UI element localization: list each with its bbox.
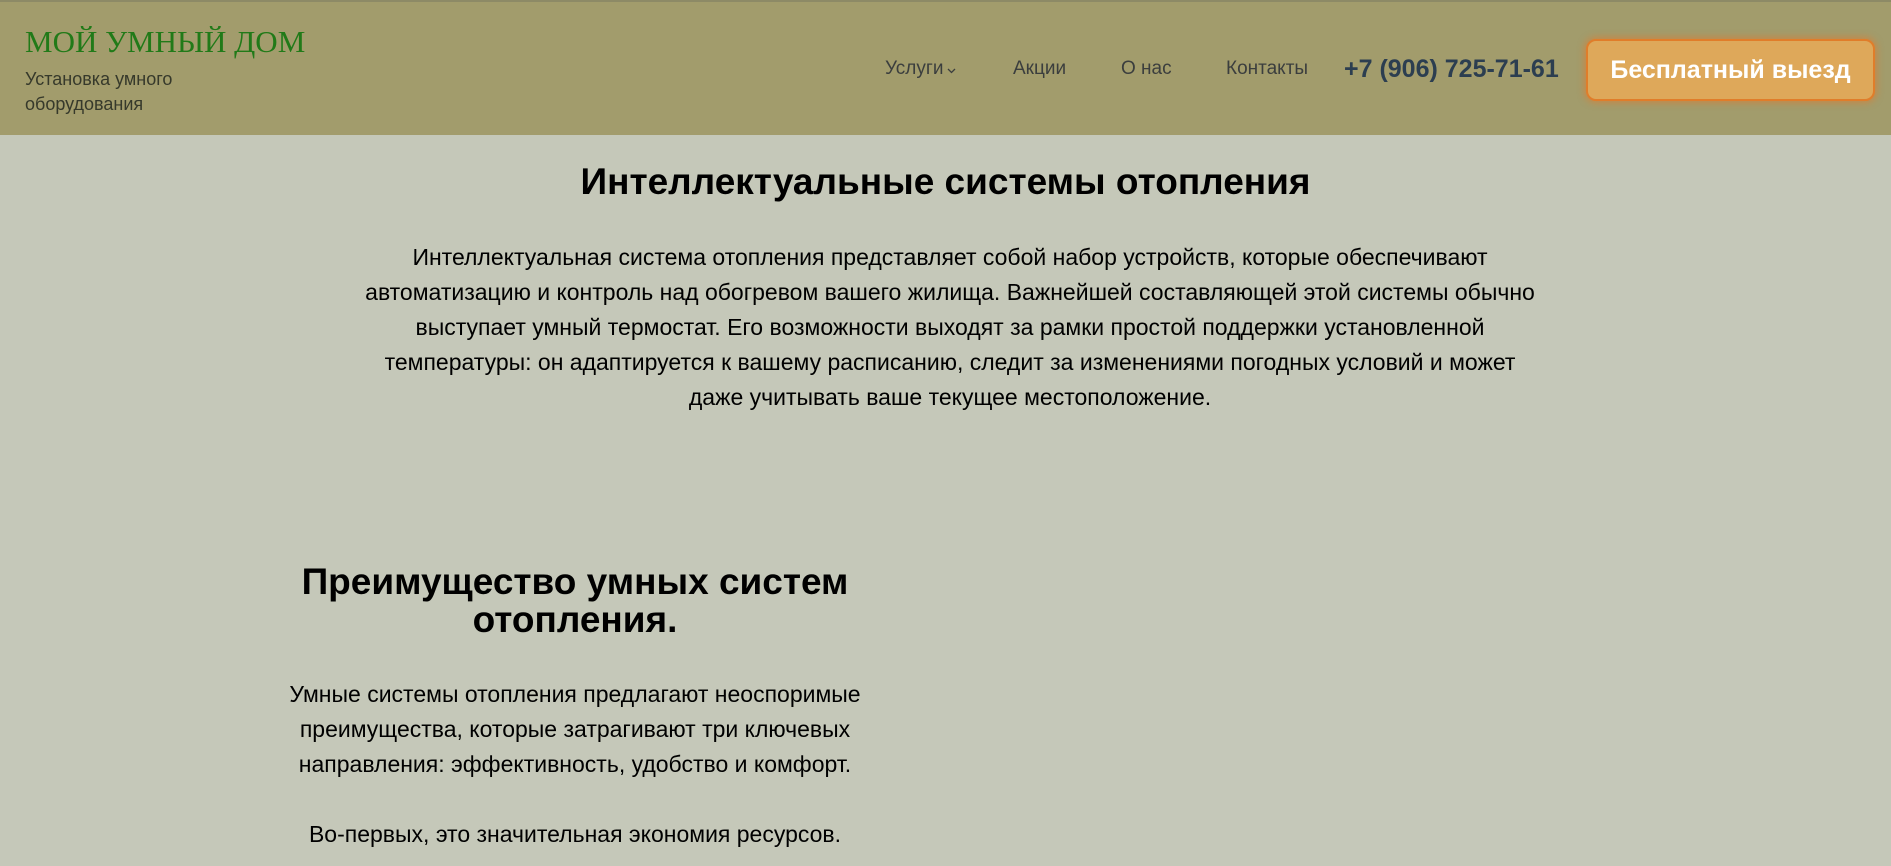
free-visit-button[interactable]: Бесплатный выезд <box>1586 39 1875 101</box>
nav-item-contacts[interactable]: Контакты <box>1226 56 1308 82</box>
brand-title[interactable]: МОЙ УМНЫЙ ДОМ <box>25 24 305 60</box>
advantages-title: Преимущество умных систем отопления. <box>301 561 849 640</box>
site-header: МОЙ УМНЫЙ ДОМ Установка умного оборудова… <box>0 0 1891 135</box>
lead-paragraph: Интеллектуальная система отопления предс… <box>365 244 1535 410</box>
nav-item-services-label: Услуги <box>885 58 944 80</box>
page: МОЙ УМНЫЙ ДОМ Установка умного оборудова… <box>0 0 1891 866</box>
brand-subtitle: Установка умного оборудования <box>25 69 173 114</box>
nav-item-services[interactable]: Услуги <box>885 56 956 82</box>
nav-item-about[interactable]: О нас <box>1121 56 1172 82</box>
page-title: Интеллектуальные системы отопления <box>580 161 1311 202</box>
brand[interactable]: МОЙ УМНЫЙ ДОМ Установка умного оборудова… <box>25 24 305 117</box>
nav-item-promo[interactable]: Акции <box>1013 56 1066 82</box>
advantages-intro: Умные системы отопления предлагают неосп… <box>289 681 861 777</box>
advantages-first: Во-первых, это значительная экономия рес… <box>308 821 842 847</box>
phone-link[interactable]: +7 (906) 725-71-61 <box>1344 54 1559 84</box>
chevron-down-icon <box>947 56 956 82</box>
